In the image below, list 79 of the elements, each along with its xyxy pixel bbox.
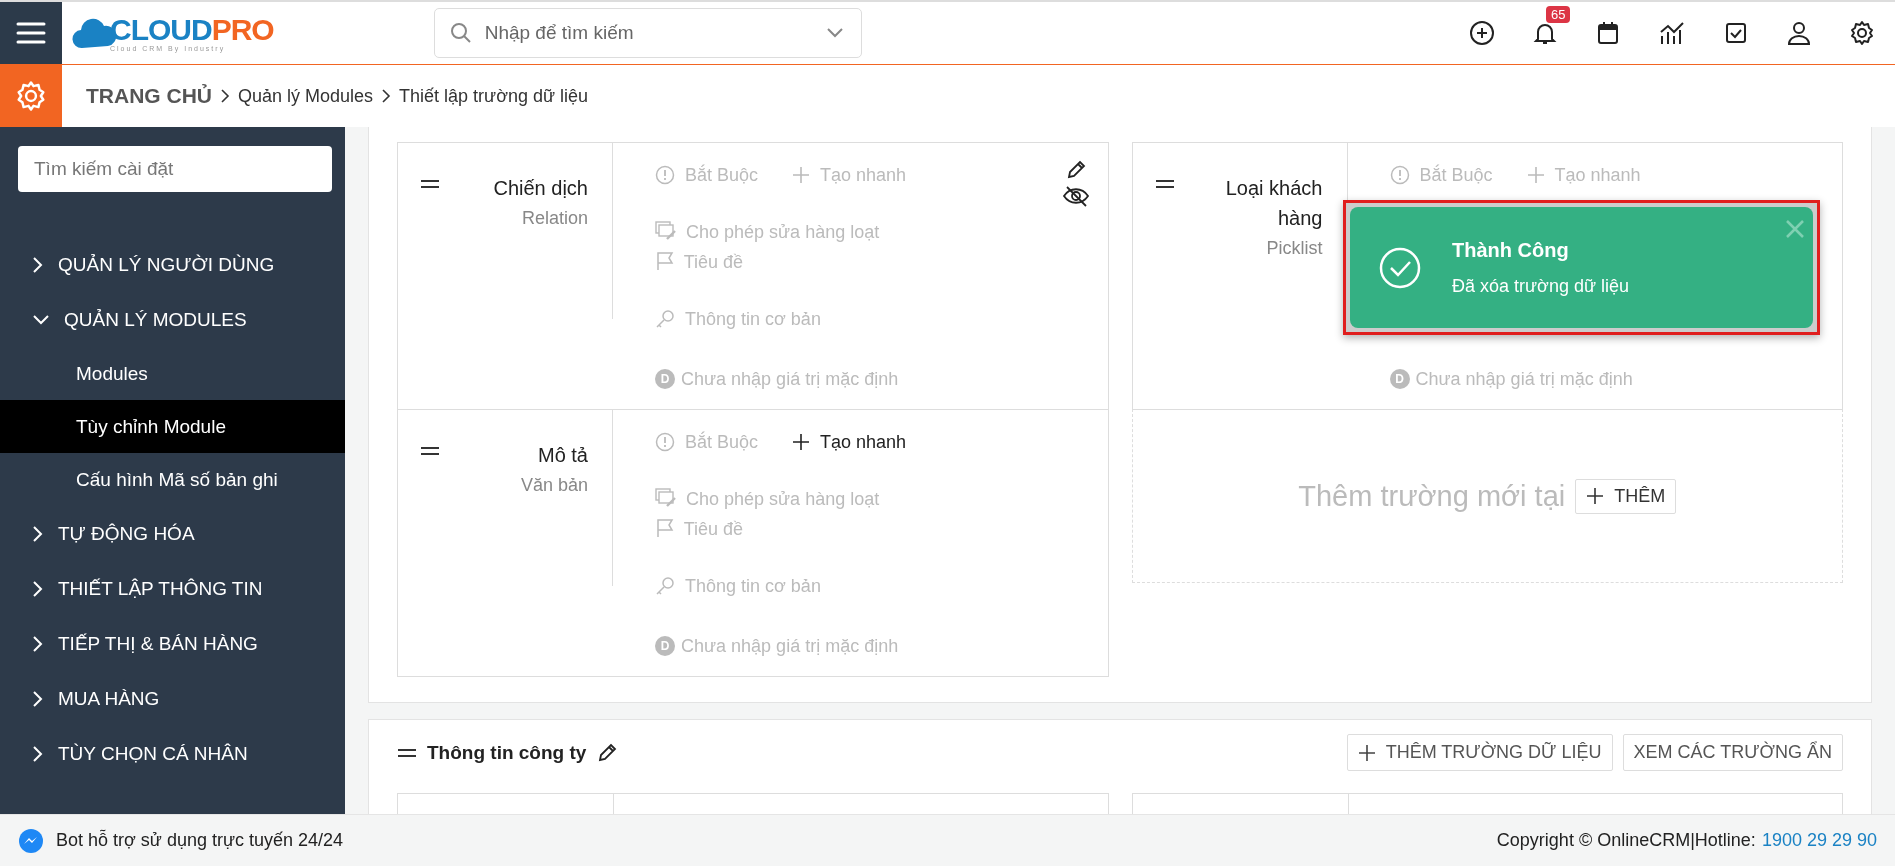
settings-icon[interactable] <box>1849 20 1875 46</box>
block-title: Thông tin công ty <box>427 741 587 764</box>
copy-edit-icon <box>655 488 677 508</box>
key-icon <box>655 576 675 596</box>
hotline-link[interactable]: 1900 29 29 90 <box>1761 830 1877 851</box>
field-type: Văn bản <box>520 474 588 497</box>
field-name: Loại khách hàng <box>1224 176 1323 231</box>
plus-icon <box>1526 166 1545 184</box>
menu-icon <box>16 21 46 45</box>
sidebar-item[interactable]: TÙY CHỌN CÁ NHÂN <box>0 726 345 781</box>
drag-handle-icon[interactable] <box>420 179 440 189</box>
plus-icon <box>792 433 811 451</box>
drag-handle-icon[interactable] <box>420 446 440 456</box>
sidebar-subitem[interactable]: Modules <box>0 347 345 400</box>
toast-title: Thành Công <box>1452 238 1570 262</box>
chevron-right-icon <box>381 88 392 104</box>
add-field-button[interactable]: THÊM TRƯỜNG DỮ LIỆU <box>1346 734 1613 771</box>
eye-slash-icon[interactable] <box>1061 185 1090 207</box>
exclamation-circle-icon <box>1389 165 1410 185</box>
plus-icon <box>1357 743 1376 762</box>
sidebar-item[interactable]: MUA HÀNG <box>0 671 345 726</box>
field-name: Chiến dịch <box>493 176 588 201</box>
sidebar-subitem[interactable]: Tùy chỉnh Module <box>0 400 345 453</box>
copyright-text: Copyright © OnlineCRM|Hotline: <box>1496 830 1756 851</box>
chevron-right-icon <box>32 524 44 543</box>
quick-create-toggle[interactable]: Tạo nhanh <box>792 431 907 453</box>
exclamation-circle-icon <box>655 432 675 452</box>
chevron-right-icon <box>32 579 44 598</box>
check-circle-icon <box>1378 245 1422 290</box>
calendar-icon[interactable] <box>1595 20 1621 46</box>
sidebar-item[interactable]: QUẢN LÝ MODULES <box>0 292 345 347</box>
breadcrumb-link[interactable]: TRANG CHỦ <box>86 84 212 108</box>
user-icon[interactable] <box>1786 20 1812 46</box>
chevron-right-icon <box>32 744 44 763</box>
sidebar-item[interactable]: TIẾP THỊ & BÁN HÀNG <box>0 616 345 671</box>
add-circle-icon[interactable] <box>1469 20 1495 46</box>
checkbox-icon[interactable] <box>1723 20 1749 46</box>
search-field[interactable]: Nhập để tìm kiếm <box>433 8 862 58</box>
breadcrumb-current: Thiết lập trường dữ liệu <box>399 85 589 107</box>
toast-message: Đã xóa trường dữ liệu <box>1452 275 1629 297</box>
default-value-label: D Chưa nhập giá trị mặc định <box>1389 368 1633 390</box>
sidebar-item[interactable]: THIẾT LẬP THÔNG TIN <box>0 561 345 616</box>
flag-icon <box>655 251 675 271</box>
sidebar-item[interactable]: TỰ ĐỘNG HÓA <box>0 506 345 561</box>
chevron-down-icon <box>32 313 50 326</box>
breadcrumb-link[interactable]: Quản lý Modules <box>238 85 374 107</box>
chatbot-text: Bot hỗ trợ sử dụng trực tuyến 24/24 <box>56 830 344 851</box>
chevron-right-icon <box>32 689 44 708</box>
default-value-label: D Chưa nhập giá trị mặc định <box>655 635 899 657</box>
add-button[interactable]: THÊM <box>1575 478 1677 514</box>
messenger-icon[interactable] <box>18 827 44 854</box>
default-value-label: D Chưa nhập giá trị mặc định <box>655 368 899 390</box>
menu-button[interactable] <box>0 2 62 64</box>
plus-icon <box>792 166 811 184</box>
chevron-right-icon <box>220 88 230 104</box>
field-type: Relation <box>521 207 588 230</box>
sidebar-subitem[interactable]: Cấu hình Mã số bản ghi <box>0 453 345 506</box>
logo-text: CLOUDPRO <box>110 14 274 45</box>
sidebar-item[interactable]: QUẢN LÝ NGƯỜI DÙNG <box>0 237 345 292</box>
field-name: Mô tả <box>537 443 588 468</box>
drag-handle-icon[interactable] <box>1154 179 1175 189</box>
exclamation-circle-icon <box>655 165 675 185</box>
chevron-down-icon <box>825 27 844 39</box>
show-hidden-fields-button[interactable]: XEM CÁC TRƯỜNG ẨN <box>1622 734 1843 771</box>
settings-search-field[interactable]: Tìm kiếm cài đặt <box>18 146 332 192</box>
pencil-icon[interactable] <box>596 741 619 764</box>
notification-badge: 65 <box>1546 6 1571 23</box>
search-icon <box>449 22 472 44</box>
chart-icon[interactable] <box>1658 20 1686 46</box>
chevron-right-icon <box>32 634 44 653</box>
gear-icon <box>15 80 47 112</box>
field-type: Picklist <box>1266 237 1323 260</box>
drag-handle-icon[interactable] <box>397 747 417 758</box>
add-field-hint: Thêm trường mới tại <box>1298 479 1566 513</box>
flag-icon <box>655 518 675 538</box>
key-icon <box>655 309 675 329</box>
chevron-right-icon <box>32 255 44 274</box>
copy-edit-icon <box>655 221 677 241</box>
plus-icon <box>1586 487 1605 505</box>
